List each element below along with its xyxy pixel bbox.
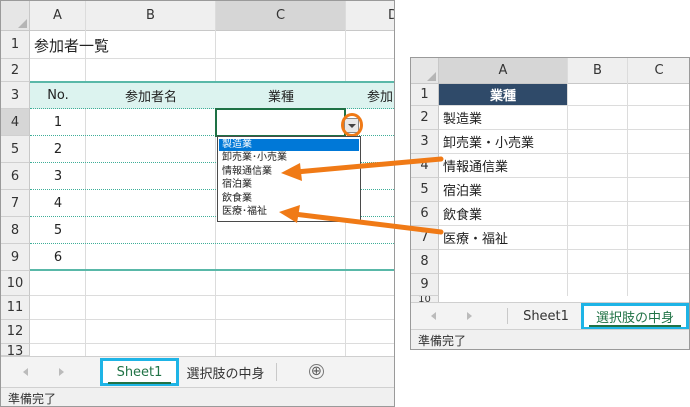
arrow-to-medical — [291, 211, 444, 235]
arrow-head-icon — [279, 205, 300, 223]
arrow-head-icon — [281, 163, 302, 181]
annotation-arrows — [279, 156, 444, 235]
arrow-to-info-comm — [293, 156, 444, 175]
